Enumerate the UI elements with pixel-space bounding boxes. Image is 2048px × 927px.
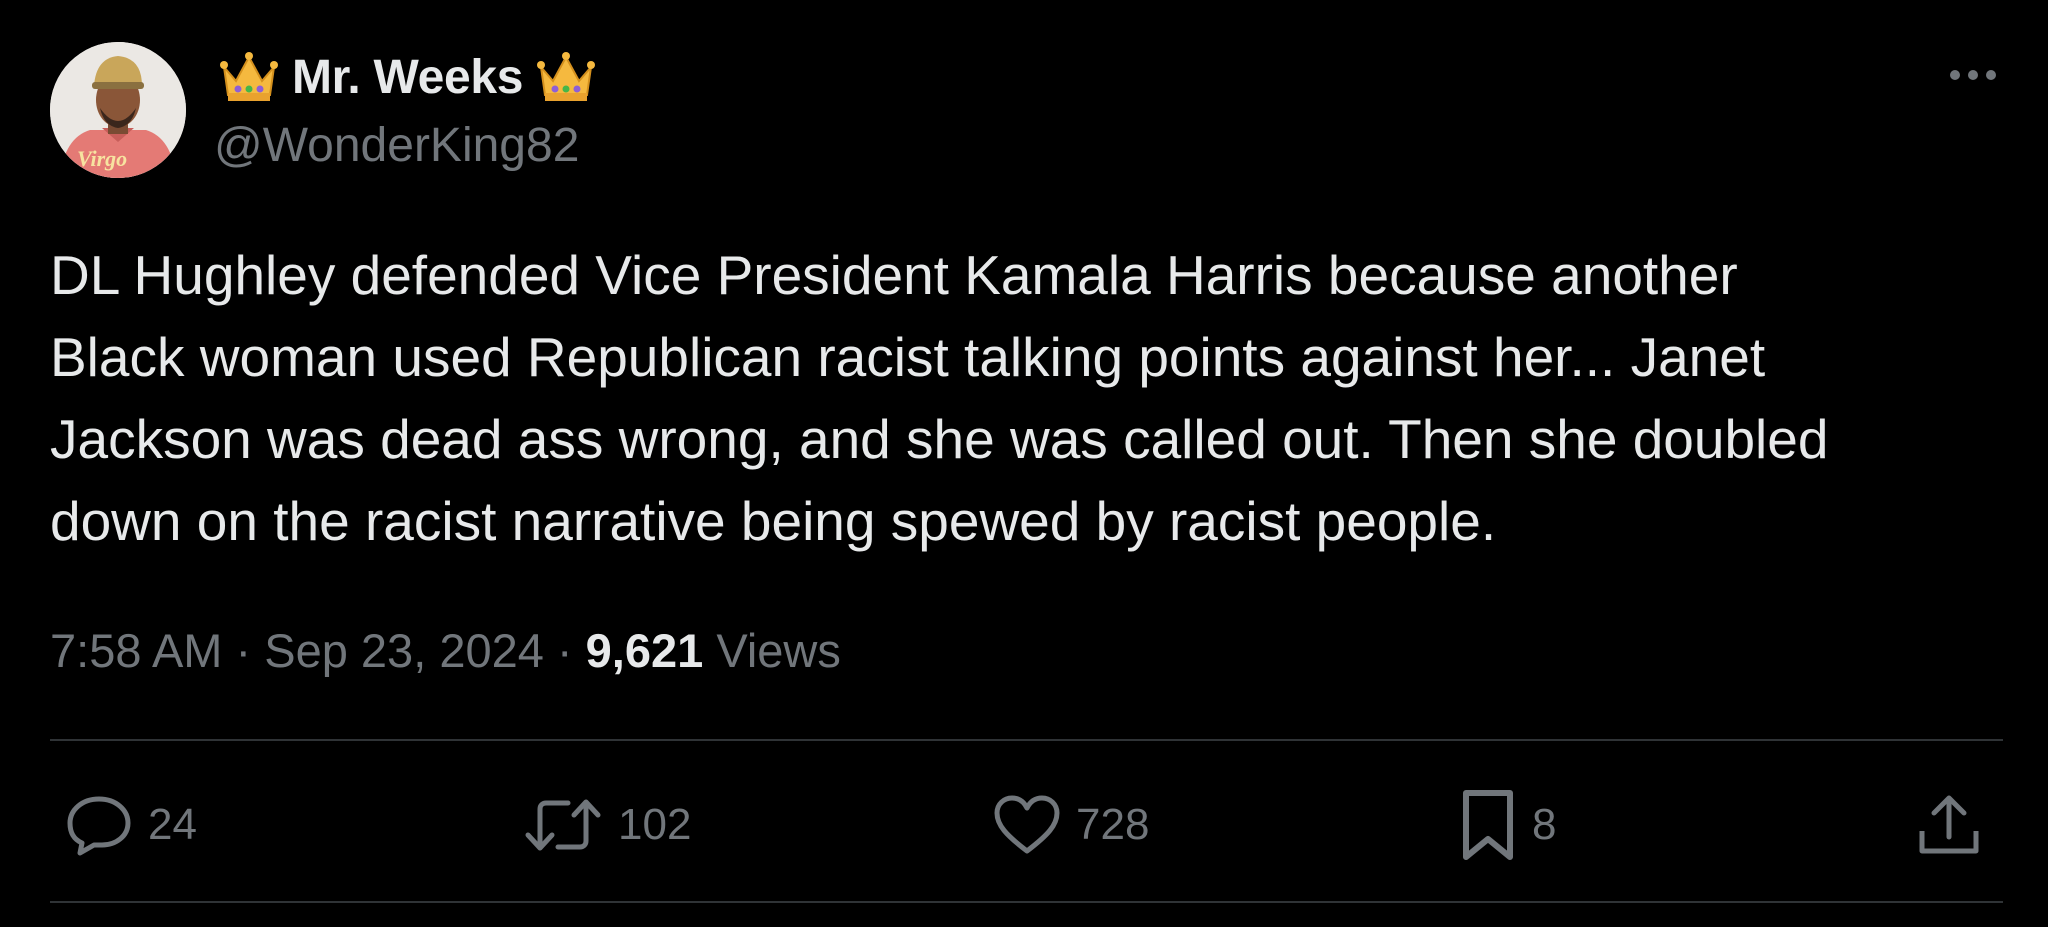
more-icon: [1950, 70, 1996, 80]
bookmark-button[interactable]: 8: [1458, 785, 1556, 865]
avatar-image: Virgo: [50, 42, 186, 178]
tweet-date[interactable]: Sep 23, 2024: [264, 623, 544, 678]
action-bar: 24 102 728 8: [0, 785, 2048, 865]
meta-separator: ·: [222, 623, 265, 677]
tweet-meta: 7:58 AM · Sep 23, 2024 · 9,621 Views: [50, 620, 841, 680]
repost-icon: [522, 793, 604, 857]
divider: [50, 901, 2003, 903]
tweet-time[interactable]: 7:58 AM: [50, 623, 222, 678]
author-handle[interactable]: @WonderKing82: [214, 118, 579, 173]
reply-count: 24: [148, 800, 197, 849]
repost-count: 102: [618, 800, 692, 849]
more-options-button[interactable]: [1946, 60, 2000, 90]
tweet-text: DL Hughley defended Vice President Kamal…: [50, 244, 1829, 552]
share-icon: [1916, 791, 1982, 859]
reply-icon: [64, 793, 134, 857]
like-count: 728: [1076, 800, 1150, 849]
crown-icon: [535, 49, 597, 105]
crown-icon: [218, 49, 280, 105]
meta-separator: ·: [543, 623, 586, 677]
avatar[interactable]: Virgo: [50, 42, 186, 178]
heart-icon: [992, 793, 1062, 857]
share-button[interactable]: [1916, 785, 1982, 865]
tweet: Virgo Mr. Weeks @WonderKing82 DL Hughley…: [0, 0, 2048, 927]
views-label: Views: [716, 623, 841, 677]
author-name-row[interactable]: Mr. Weeks: [218, 46, 597, 108]
divider: [50, 739, 2003, 741]
bookmark-icon: [1458, 789, 1518, 861]
like-button[interactable]: 728: [992, 785, 1149, 865]
reply-button[interactable]: 24: [64, 785, 197, 865]
repost-button[interactable]: 102: [522, 785, 691, 865]
avatar-shirt-text: Virgo: [77, 146, 127, 171]
views-count: 9,621: [585, 623, 704, 677]
author-display-name[interactable]: Mr. Weeks: [292, 50, 524, 105]
bookmark-count: 8: [1532, 800, 1557, 849]
